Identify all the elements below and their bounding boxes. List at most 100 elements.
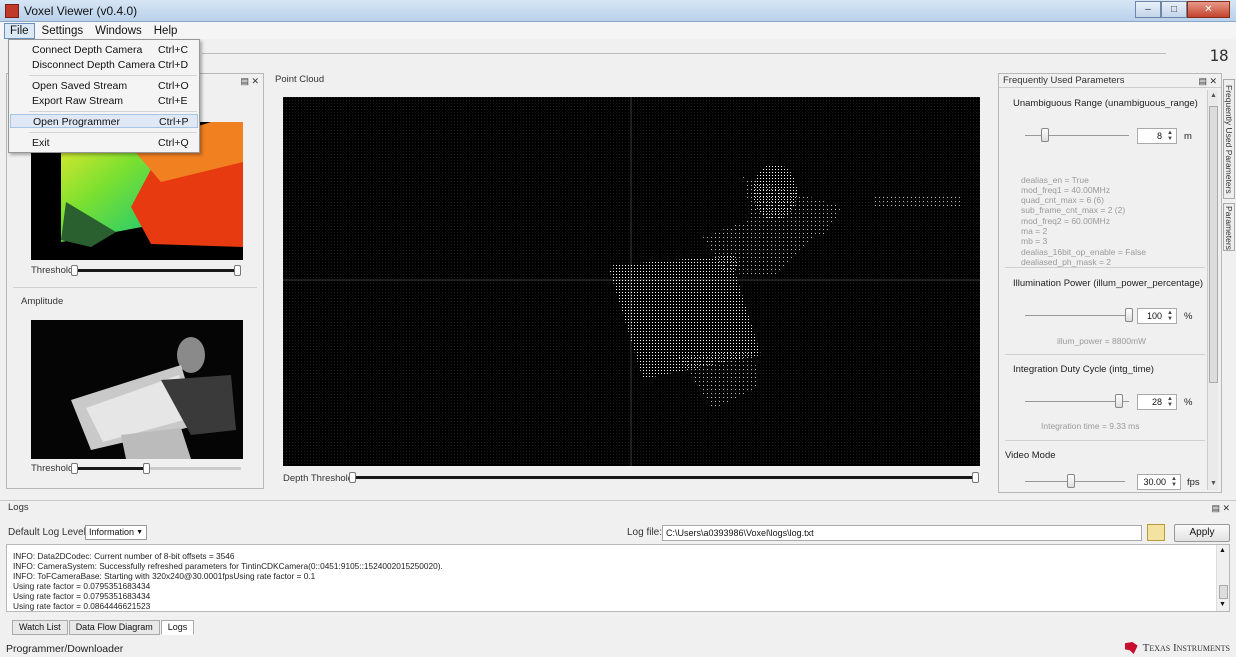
spin-arrows-icon[interactable]: ▲ ▼: [1165, 130, 1175, 142]
integration-duty-cycle-slider[interactable]: [1025, 401, 1129, 402]
spin-arrows-icon[interactable]: ▲ ▼: [1165, 396, 1175, 408]
depth-threshold-slider[interactable]: [351, 476, 979, 479]
status-bar: Programmer/Downloader Texas Instruments: [0, 640, 1236, 657]
depth-threshold-label: Depth Threshold:: [283, 473, 356, 484]
spin-arrows-icon[interactable]: ▲ ▼: [1165, 310, 1175, 322]
amplitude-threshold-label: Threshold:: [31, 463, 76, 474]
tab-parameters[interactable]: Parameters: [1223, 203, 1235, 251]
menu-windows[interactable]: Windows: [90, 24, 147, 38]
chevron-down-icon: ▼: [136, 529, 143, 536]
param-divider: [1005, 440, 1205, 441]
window-title: Voxel Viewer (v0.4.0): [24, 4, 138, 18]
maximize-button[interactable]: □: [1161, 1, 1187, 18]
close-button[interactable]: ✕: [1187, 1, 1230, 18]
side-tab-strip: Frequently Used Parameters Parameters: [1222, 73, 1236, 493]
menu-separator: [29, 75, 197, 76]
unambiguous-range-title: Unambiguous Range (unambiguous_range): [1013, 98, 1198, 109]
log-line: Using rate factor = 0.0795351683434: [13, 591, 151, 601]
spin-arrows-icon[interactable]: ▲ ▼: [1169, 476, 1179, 488]
voxel-viewer-window: Voxel Viewer (v0.4.0) – □ ✕ File Setting…: [0, 0, 1236, 657]
video-mode-unit: fps: [1187, 477, 1200, 488]
logs-dock-buttons[interactable]: ▤ ✕: [1211, 501, 1230, 515]
point-cloud-title: Point Cloud: [275, 74, 325, 85]
unambiguous-range-spinbox[interactable]: 8 ▲ ▼: [1137, 128, 1177, 144]
unambiguous-range-handle[interactable]: [1041, 128, 1049, 142]
menu-separator: [29, 111, 197, 112]
video-mode-spinbox[interactable]: 30.00 ▲ ▼: [1137, 474, 1181, 490]
menu-file[interactable]: File: [4, 22, 35, 39]
params-scroll-thumb[interactable]: [1209, 106, 1218, 383]
log-scrollbar[interactable]: ▲ ▼: [1216, 545, 1229, 611]
amplitude-threshold-min-handle[interactable]: [71, 463, 78, 474]
browse-folder-icon[interactable]: [1147, 524, 1165, 541]
depth-threshold-max-handle[interactable]: [972, 472, 979, 483]
menu-open-saved-stream[interactable]: Open Saved Stream Ctrl+O: [10, 79, 198, 93]
amplitude-view: [31, 320, 243, 459]
log-output[interactable]: INFO: Data2DCodec: Current number of 8-b…: [6, 544, 1230, 612]
menu-help[interactable]: Help: [149, 24, 183, 38]
amplitude-threshold-handle[interactable]: [143, 463, 150, 474]
amplitude-threshold-fill: [73, 467, 145, 470]
file-menu-dropdown: Connect Depth Camera Ctrl+C Disconnect De…: [8, 39, 200, 153]
video-mode-value: 30.00: [1143, 477, 1166, 487]
amplitude-image: [31, 320, 243, 459]
integration-duty-cycle-title: Integration Duty Cycle (intg_time): [1013, 364, 1154, 375]
phase-threshold-slider[interactable]: [73, 269, 241, 272]
video-mode-slider[interactable]: [1025, 481, 1125, 482]
tab-frequently-used-parameters[interactable]: Frequently Used Parameters: [1223, 79, 1235, 199]
ti-logo-icon: [1124, 642, 1138, 654]
integration-duty-cycle-handle[interactable]: [1115, 394, 1123, 408]
params-dock-title: Frequently Used Parameters: [999, 74, 1221, 88]
illumination-power-spinbox[interactable]: 100 ▲ ▼: [1137, 308, 1177, 324]
menu-export-raw-stream[interactable]: Export Raw Stream Ctrl+E: [10, 94, 198, 108]
menu-separator: [29, 132, 197, 133]
menu-disconnect-depth-camera[interactable]: Disconnect Depth Camera Ctrl+D: [10, 58, 198, 72]
illumination-power-handle[interactable]: [1125, 308, 1133, 322]
phase-threshold-max-handle[interactable]: [234, 265, 241, 276]
dock-float-close-buttons[interactable]: ▤ ✕: [240, 74, 259, 88]
log-level-select[interactable]: Information ▼: [85, 525, 147, 540]
video-mode-handle[interactable]: [1067, 474, 1075, 488]
scroll-up-icon[interactable]: ▲: [1208, 92, 1219, 102]
phase-threshold-min-handle[interactable]: [71, 265, 78, 276]
point-cloud-dock: Point Cloud Depth Threshold:: [269, 73, 993, 492]
minimize-button[interactable]: –: [1135, 1, 1161, 18]
log-line: Using rate factor = 0.0795351683434: [13, 581, 151, 591]
integration-duty-cycle-spinbox[interactable]: 28 ▲ ▼: [1137, 394, 1177, 410]
log-file-label: Log file:: [627, 527, 663, 538]
amplitude-label: Amplitude: [21, 296, 64, 307]
log-level-label: Default Log Level:: [8, 527, 89, 538]
point-cloud-view[interactable]: [283, 97, 980, 466]
phase-threshold-label: Threshold:: [31, 265, 76, 276]
menu-connect-depth-camera[interactable]: Connect Depth Camera Ctrl+C: [10, 43, 198, 57]
depth-threshold-min-handle[interactable]: [349, 472, 356, 483]
illumination-power-slider[interactable]: [1025, 315, 1129, 316]
menu-settings[interactable]: Settings: [37, 24, 89, 38]
scroll-down-icon[interactable]: ▼: [1219, 601, 1226, 608]
tab-watch-list[interactable]: Watch List: [12, 620, 68, 635]
menu-bar: File Settings Windows Help: [0, 22, 1236, 39]
log-file-path-field[interactable]: C:\Users\a0393986\Voxel\logs\log.txt: [662, 525, 1142, 541]
params-dock-buttons[interactable]: ▤ ✕: [1198, 74, 1217, 88]
apply-button[interactable]: Apply: [1174, 524, 1230, 542]
log-level-value: Information: [89, 527, 135, 537]
log-line: INFO: Data2DCodec: Current number of 8-b…: [13, 551, 235, 561]
log-scroll-thumb[interactable]: [1219, 585, 1228, 599]
log-line: INFO: CameraSystem: Successfully refresh…: [13, 561, 443, 571]
integration-time-info: Integration time = 9.33 ms: [1041, 421, 1140, 431]
menu-exit[interactable]: Exit Ctrl+Q: [10, 136, 198, 150]
param-divider: [1005, 267, 1205, 268]
scroll-up-icon[interactable]: ▲: [1219, 547, 1226, 554]
tab-logs[interactable]: Logs: [160, 620, 195, 635]
scroll-down-icon[interactable]: ▼: [1208, 480, 1219, 490]
status-text: Programmer/Downloader: [6, 643, 124, 655]
tab-data-flow-diagram[interactable]: Data Flow Diagram: [68, 620, 160, 635]
integration-duty-cycle-unit: %: [1184, 397, 1193, 408]
toolbar-divider: [202, 53, 1166, 54]
point-cloud-render: [283, 97, 980, 466]
params-scrollbar[interactable]: ▲ ▼: [1207, 90, 1218, 490]
log-line: INFO: ToFCameraBase: Starting with 320x2…: [13, 571, 316, 581]
menu-open-programmer[interactable]: Open Programmer Ctrl+P: [10, 114, 198, 128]
frequently-used-parameters-dock: Frequently Used Parameters ▤ ✕ ▲ ▼ Unamb…: [998, 73, 1222, 493]
frame-counter-display: 18: [1209, 46, 1229, 65]
